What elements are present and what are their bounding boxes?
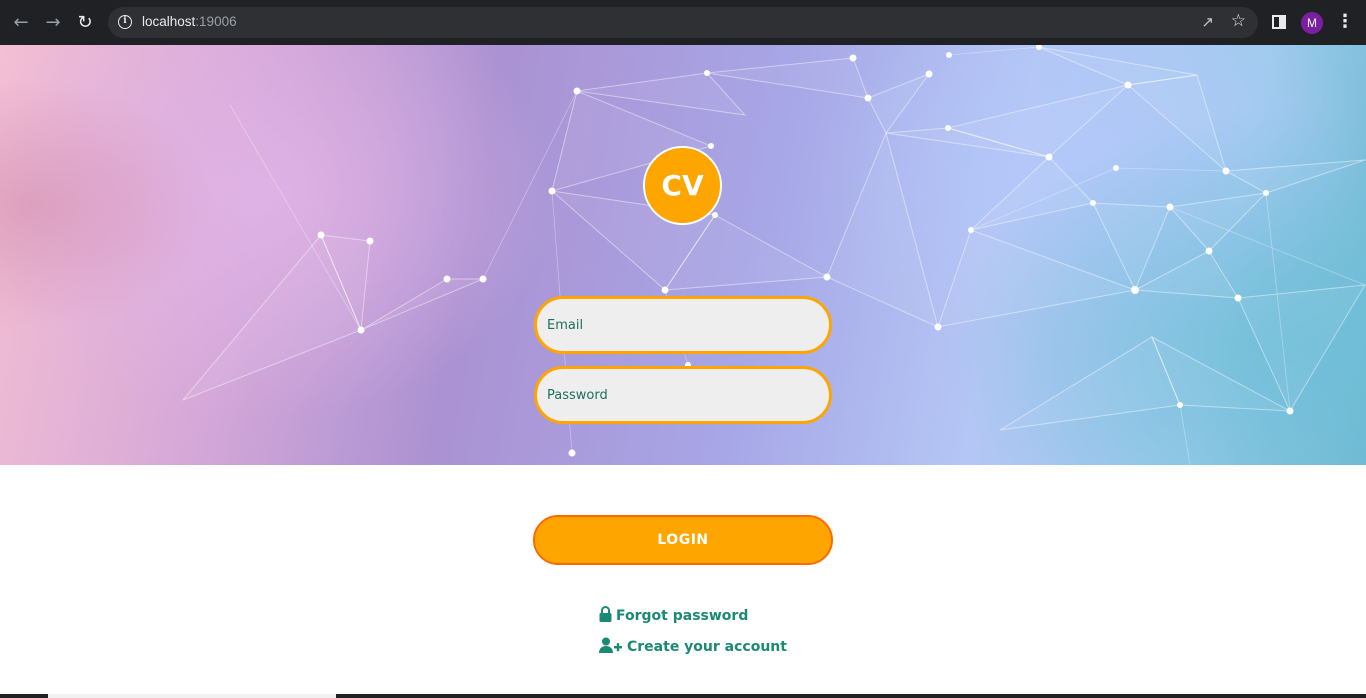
forward-arrow-icon[interactable]: → [42,12,64,34]
url-text[interactable]: localhost:19006 [142,14,237,29]
reload-icon[interactable]: ↻ [74,12,96,34]
share-icon[interactable]: ↗ [1201,13,1214,31]
site-info-icon[interactable]: i [118,15,132,29]
url-host: localhost [142,14,196,29]
app-logo: CV [643,146,722,225]
login-button[interactable]: LOGIN [533,515,833,565]
url-port: :19006 [195,14,237,29]
taskbar-strip [0,694,1366,698]
address-bar[interactable]: i localhost:19006 ↗ ☆ [108,7,1258,38]
profile-avatar[interactable]: M [1301,12,1323,34]
browser-toolbar: ← → ↻ i localhost:19006 ↗ ☆ M ⋮ [0,0,1366,45]
lock-icon [599,606,612,626]
create-account-link[interactable]: Create your account [599,637,787,657]
forgot-password-label: Forgot password [616,608,749,624]
add-user-icon [599,637,623,657]
password-field[interactable] [534,366,832,424]
back-arrow-icon[interactable]: ← [10,12,32,34]
email-field[interactable] [534,296,832,354]
more-menu-icon[interactable]: ⋮ [1336,12,1354,32]
side-panel-icon[interactable] [1272,15,1286,29]
create-account-label: Create your account [627,639,787,655]
forgot-password-link[interactable]: Forgot password [599,606,748,626]
bookmark-star-icon[interactable]: ☆ [1231,11,1246,31]
